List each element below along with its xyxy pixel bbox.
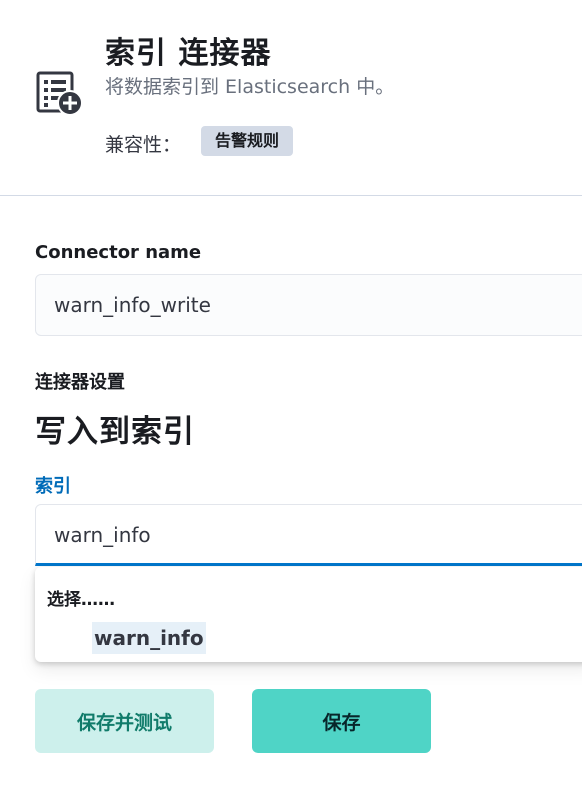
page-title: 索引 连接器 xyxy=(105,36,272,71)
connector-settings-label: 连接器设置 xyxy=(35,372,125,393)
connector-name-label: Connector name xyxy=(35,242,202,263)
index-label: 索引 xyxy=(35,476,71,497)
save-button[interactable]: 保存 xyxy=(252,689,431,753)
save-and-test-button[interactable]: 保存并测试 xyxy=(35,689,214,753)
connector-name-input[interactable]: warn_info_write xyxy=(35,274,582,336)
index-dropdown: 选择…… warn_info xyxy=(35,567,582,662)
compatibility-badge: 告警规则 xyxy=(201,126,294,156)
section-title: 写入到索引 xyxy=(35,414,195,450)
index-combobox-input[interactable]: warn_info xyxy=(35,504,582,566)
compatibility-label: 兼容性： xyxy=(105,134,182,156)
page-subtitle: 将数据索引到 Elasticsearch 中。 xyxy=(105,76,395,98)
dropdown-option[interactable]: warn_info xyxy=(92,622,206,654)
flyout-header: 索引 连接器 将数据索引到 Elasticsearch 中。 兼容性： 告警规则 xyxy=(0,0,582,196)
dropdown-header: 选择…… xyxy=(47,590,115,610)
index-connector-icon xyxy=(36,70,84,118)
